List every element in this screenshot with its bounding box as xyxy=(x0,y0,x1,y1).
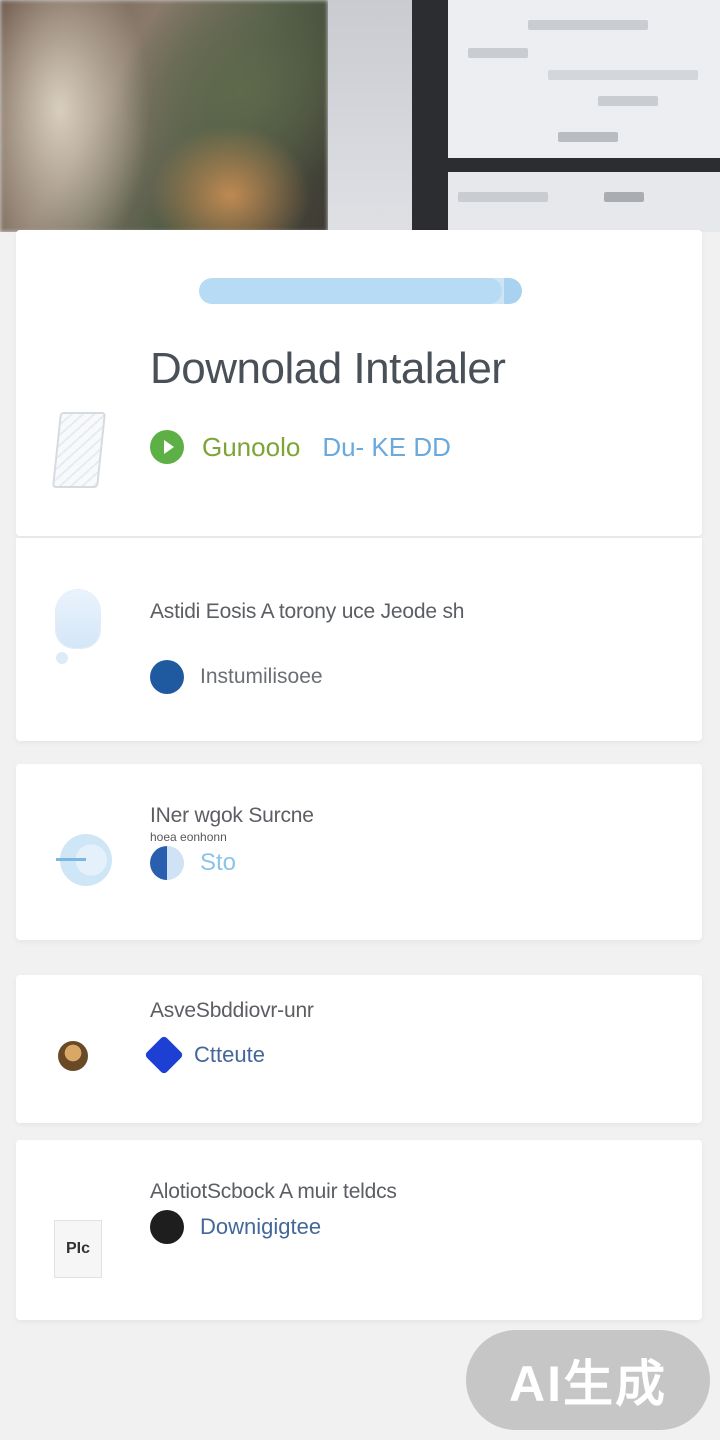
bookmark-icon: PIc xyxy=(54,1220,102,1278)
list-item[interactable]: AsveSbddiovr-unr Ctteute xyxy=(16,975,702,1123)
diamond-icon xyxy=(144,1035,184,1075)
item-title: INer wgok Surcne xyxy=(150,804,314,827)
status-left-label: Gunoolo xyxy=(202,431,301,462)
status-right-label: Du- KE DD xyxy=(322,431,451,462)
list-item[interactable]: INer wgok Surcne hoea eonhonn Sto xyxy=(16,764,702,940)
ai-generated-badge: AI生成 xyxy=(466,1330,710,1430)
list-item[interactable]: PIc AlotiotScbock A muir teldcs Downigig… xyxy=(16,1140,702,1320)
item-action[interactable]: Instumilisoee xyxy=(200,665,323,689)
installer-screen: Downolad Intalaler Gunoolo Du- KE DD Ast… xyxy=(0,0,720,1440)
document-icon xyxy=(52,412,106,488)
bubble-icon xyxy=(56,590,100,648)
item-title: AlotiotScbock A muir teldcs xyxy=(150,1180,397,1203)
banner-monitor-screen xyxy=(448,0,720,158)
status-dot-icon xyxy=(150,660,184,694)
item-title: Astidi Eosis A torony uce Jeode sh xyxy=(150,600,465,623)
item-action[interactable]: Ctteute xyxy=(194,1042,265,1068)
play-icon[interactable] xyxy=(150,430,184,464)
half-moon-icon xyxy=(150,846,184,880)
item-title: AsveSbddiovr-unr xyxy=(150,999,314,1022)
download-progress-fill xyxy=(199,278,502,304)
item-action[interactable]: Downigigtee xyxy=(200,1214,321,1240)
banner-photo xyxy=(0,0,328,232)
list-item[interactable]: Astidi Eosis A torony uce Jeode sh Instu… xyxy=(16,538,702,741)
download-progress-bar xyxy=(199,278,521,304)
installer-title: Downolad Intalaler xyxy=(150,344,506,393)
header-banner-image xyxy=(0,0,720,232)
bookmark-label: PIc xyxy=(65,1240,90,1257)
avatar xyxy=(58,1041,88,1071)
item-action[interactable]: Sto xyxy=(200,849,236,877)
item-subtitle: hoea eonhonn xyxy=(150,830,227,844)
download-installer-card: Downolad Intalaler Gunoolo Du- KE DD xyxy=(16,230,702,536)
progress-handle[interactable] xyxy=(504,278,522,304)
installer-status-row: Gunoolo Du- KE DD xyxy=(150,430,451,464)
dark-circle-icon xyxy=(150,1210,184,1244)
